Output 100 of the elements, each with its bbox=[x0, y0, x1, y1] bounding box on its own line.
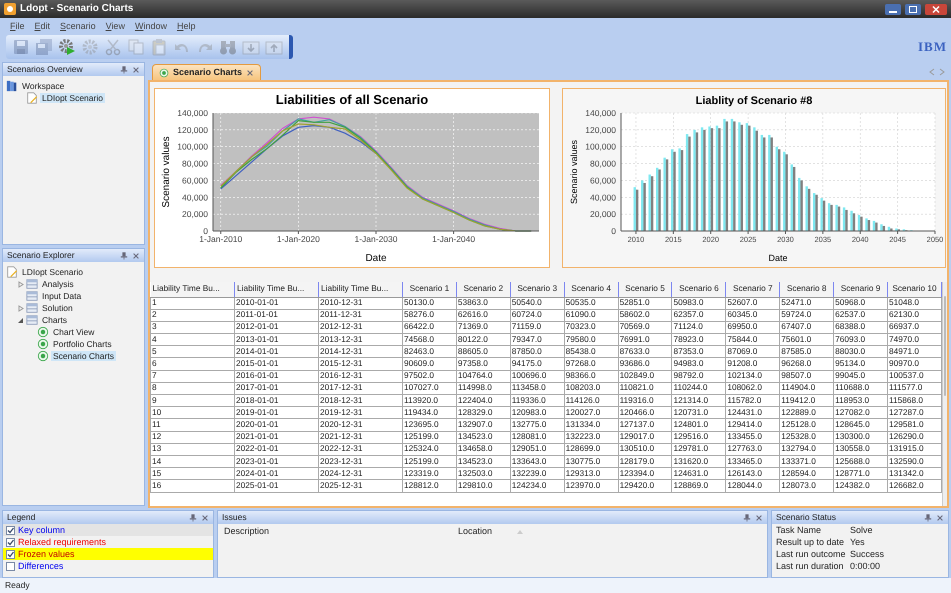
table-cell: 132907.0 bbox=[456, 418, 510, 432]
table-cell: 132794.0 bbox=[780, 443, 834, 456]
table-cell: 60724.0 bbox=[510, 309, 564, 322]
status-value: 0:00:00 bbox=[850, 560, 880, 572]
table-cell: 128645.0 bbox=[834, 418, 888, 432]
table-cell: 2020-01-01 bbox=[234, 418, 318, 432]
tick-label: 60,000 bbox=[182, 175, 208, 186]
table-cell: 124631.0 bbox=[672, 468, 726, 480]
table-cell: 128179.0 bbox=[618, 455, 672, 468]
table-cell: 124234.0 bbox=[510, 480, 564, 492]
tick-label: 100,000 bbox=[177, 142, 208, 152]
table-cell: 131620.0 bbox=[672, 455, 726, 468]
tick-label: 140,000 bbox=[585, 108, 616, 118]
table-cell: 97502.0 bbox=[402, 370, 456, 382]
chart-title: Liablity of Scenario #8 bbox=[696, 95, 812, 107]
legend-label: Differences bbox=[18, 560, 64, 572]
table-cell: 11 bbox=[150, 418, 234, 432]
panel-title: Issues bbox=[222, 512, 248, 523]
table-cell: 104764.0 bbox=[456, 370, 510, 382]
table-cell: 91208.0 bbox=[726, 358, 780, 370]
status-value: Solve bbox=[850, 524, 873, 536]
table-cell: 129516.0 bbox=[672, 431, 726, 444]
table-cell: 128044.0 bbox=[726, 480, 780, 492]
table-cell: 127763.0 bbox=[726, 443, 780, 456]
table-cell: 58602.0 bbox=[618, 309, 672, 322]
table-cell: 71369.0 bbox=[456, 321, 510, 334]
table-cell: 68388.0 bbox=[834, 321, 888, 334]
window-title: Ldopt - Scenario Charts bbox=[20, 3, 134, 15]
table-cell: 60345.0 bbox=[726, 309, 780, 322]
tick-label: 100,000 bbox=[585, 142, 616, 152]
table-cell: 123970.0 bbox=[564, 480, 618, 492]
table-cell: 127287.0 bbox=[888, 406, 942, 419]
table-cell: 61090.0 bbox=[564, 309, 618, 322]
table-cell: 98792.0 bbox=[672, 370, 726, 382]
table-cell: 120027.0 bbox=[564, 406, 618, 419]
table-cell: 124431.0 bbox=[726, 406, 780, 419]
table-cell: 88030.0 bbox=[834, 346, 888, 358]
table-cell: 130300.0 bbox=[834, 431, 888, 444]
table-cell: 131342.0 bbox=[888, 468, 942, 480]
table-cell: 2011-12-31 bbox=[318, 309, 402, 322]
table-cell: 50540.0 bbox=[510, 297, 564, 310]
table-cell: 5 bbox=[150, 346, 234, 358]
table-cell: 126143.0 bbox=[726, 468, 780, 480]
table-cell: 96268.0 bbox=[780, 358, 834, 370]
table-cell: 129810.0 bbox=[456, 480, 510, 492]
axis-title: Date bbox=[365, 253, 387, 264]
table-cell: 58276.0 bbox=[402, 309, 456, 322]
table-cell: 102849.0 bbox=[618, 370, 672, 382]
table-cell: 98507.0 bbox=[780, 370, 834, 382]
table-cell: 118953.0 bbox=[834, 394, 888, 407]
table-cell: 127137.0 bbox=[618, 418, 672, 432]
status-label: Task Name bbox=[776, 524, 822, 536]
table-cell: 129781.0 bbox=[672, 443, 726, 456]
table-cell: 128594.0 bbox=[780, 468, 834, 480]
table-cell: 134658.0 bbox=[456, 443, 510, 456]
table-cell: 131334.0 bbox=[564, 418, 618, 432]
table-cell: 76991.0 bbox=[618, 334, 672, 346]
tick-label: 1-Jan-2040 bbox=[432, 234, 476, 244]
table-cell: 87585.0 bbox=[780, 346, 834, 358]
axis-title: Scenario values bbox=[569, 140, 579, 204]
table-cell: 2015-12-31 bbox=[318, 358, 402, 370]
table-cell: 2014-12-31 bbox=[318, 346, 402, 358]
table-cell: 2022-01-01 bbox=[234, 443, 318, 456]
table-cell: 87069.0 bbox=[726, 346, 780, 358]
table-cell: 2 bbox=[150, 309, 234, 322]
table-cell: 123695.0 bbox=[402, 418, 456, 432]
table-cell: 50535.0 bbox=[564, 297, 618, 310]
table-cell: 129017.0 bbox=[618, 431, 672, 444]
tick-label: 0 bbox=[611, 226, 616, 236]
table-cell: 122404.0 bbox=[456, 394, 510, 407]
table-cell: 133643.0 bbox=[510, 455, 564, 468]
table-cell: 110244.0 bbox=[672, 382, 726, 394]
table-cell: 2024-12-31 bbox=[318, 468, 402, 480]
table-cell: 10 bbox=[150, 406, 234, 419]
table-cell: 87850.0 bbox=[510, 346, 564, 358]
table-cell: 125688.0 bbox=[834, 455, 888, 468]
table-cell: 132503.0 bbox=[456, 468, 510, 480]
table-cell: 2025-12-31 bbox=[318, 480, 402, 492]
table-cell: 99045.0 bbox=[834, 370, 888, 382]
table-cell: 84971.0 bbox=[888, 346, 942, 358]
table-cell: 127082.0 bbox=[834, 406, 888, 419]
table-cell: 2016-01-01 bbox=[234, 370, 318, 382]
table-cell: 4 bbox=[150, 334, 234, 346]
tick-label: 60,000 bbox=[590, 175, 616, 186]
table-cell: 123319.0 bbox=[402, 468, 456, 480]
table-cell: 132590.0 bbox=[888, 455, 942, 468]
table-cell: 93686.0 bbox=[618, 358, 672, 370]
table-cell: 52471.0 bbox=[780, 297, 834, 310]
table-cell: 128771.0 bbox=[834, 468, 888, 480]
table-cell: 114904.0 bbox=[780, 382, 834, 394]
table-cell: 119316.0 bbox=[618, 394, 672, 407]
table-cell: 2015-01-01 bbox=[234, 358, 318, 370]
tick-label: 80,000 bbox=[182, 158, 208, 169]
table-cell: 113920.0 bbox=[402, 394, 456, 407]
table-cell: 2011-01-01 bbox=[234, 309, 318, 322]
status-text: Ready bbox=[5, 580, 30, 591]
table-cell: 13 bbox=[150, 443, 234, 456]
table-cell: 75601.0 bbox=[780, 334, 834, 346]
table-cell: 71159.0 bbox=[510, 321, 564, 334]
table-cell: 114126.0 bbox=[564, 394, 618, 407]
